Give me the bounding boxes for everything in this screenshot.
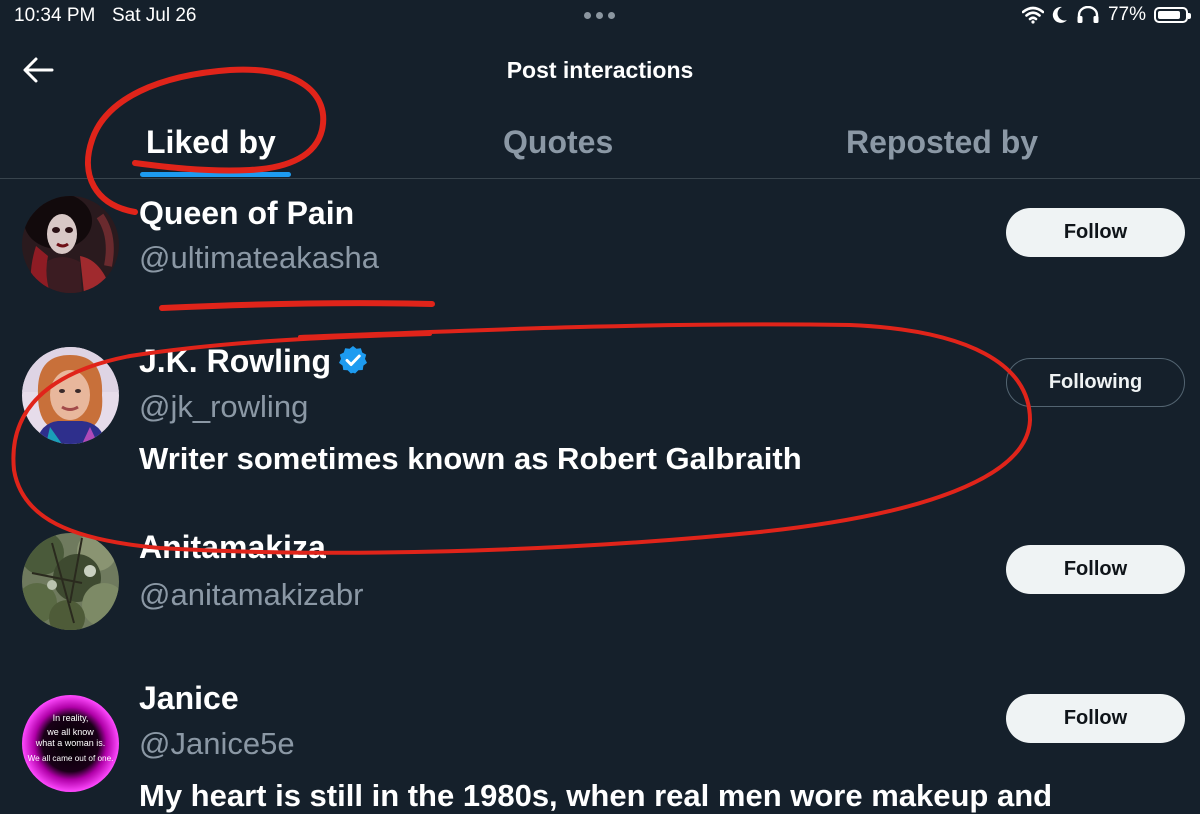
user-handle[interactable]: @jk_rowling <box>139 389 308 425</box>
tabs-divider <box>0 178 1200 179</box>
moon-icon <box>1052 6 1067 23</box>
user-row-jk-rowling[interactable]: J.K. Rowling @jk_rowling Writer sometime… <box>0 325 1200 515</box>
display-name[interactable]: Anitamakiza <box>139 529 326 566</box>
user-row-queen-of-pain[interactable]: Queen of Pain @ultimateakasha Follow <box>0 180 1200 325</box>
tab-quotes[interactable]: Quotes <box>503 124 613 161</box>
display-name[interactable]: Queen of Pain <box>139 195 354 232</box>
multitasking-dots-icon[interactable] <box>584 12 615 19</box>
headphones-icon <box>1077 6 1099 23</box>
follow-button[interactable]: Follow <box>1006 208 1185 257</box>
avatar[interactable] <box>22 196 119 293</box>
status-time: 10:34 PM <box>14 5 96 26</box>
active-tab-indicator <box>140 172 291 177</box>
battery-icon <box>1154 7 1191 23</box>
battery-percentage: 77% <box>1107 4 1146 25</box>
tab-liked-by[interactable]: Liked by <box>146 124 276 161</box>
avatar[interactable]: In reality, we all know what a woman is.… <box>22 695 119 792</box>
user-handle[interactable]: @Janice5e <box>139 726 295 762</box>
user-bio: My heart is still in the 1980s, when rea… <box>139 778 1053 813</box>
display-name-text[interactable]: J.K. Rowling <box>139 343 331 379</box>
status-date: Sat Jul 26 <box>112 5 197 26</box>
user-row-janice[interactable]: In reality, we all know what a woman is.… <box>0 665 1200 813</box>
status-indicators: 77% <box>1021 4 1191 26</box>
avatar[interactable] <box>22 347 119 444</box>
page-title: Post interactions <box>506 57 694 83</box>
follow-button[interactable]: Follow <box>1006 545 1185 594</box>
tab-reposted-by[interactable]: Reposted by <box>846 124 1038 161</box>
wifi-icon <box>1021 6 1044 24</box>
follow-button[interactable]: Follow <box>1006 694 1185 743</box>
display-name[interactable]: Janice <box>139 680 239 717</box>
user-row-anitamakiza[interactable]: Anitamakiza @anitamakizabr Follow <box>0 515 1200 665</box>
avatar-text-line-2: we all know <box>46 727 94 737</box>
verified-badge-icon <box>339 346 367 374</box>
avatar-text-line-3: what a woman is. <box>35 738 106 748</box>
user-handle[interactable]: @anitamakizabr <box>139 577 363 613</box>
avatar-text-line-4: We all came out of one. <box>28 754 114 763</box>
status-bar: 10:34 PM Sat Jul 26 77% <box>0 0 1200 34</box>
avatar[interactable] <box>22 533 119 630</box>
display-name[interactable]: J.K. Rowling <box>139 343 369 380</box>
avatar-text-line-1: In reality, <box>53 713 89 723</box>
user-handle[interactable]: @ultimateakasha <box>139 240 379 276</box>
following-button[interactable]: Following <box>1006 358 1185 407</box>
user-bio: Writer sometimes known as Robert Galbrai… <box>139 441 802 476</box>
